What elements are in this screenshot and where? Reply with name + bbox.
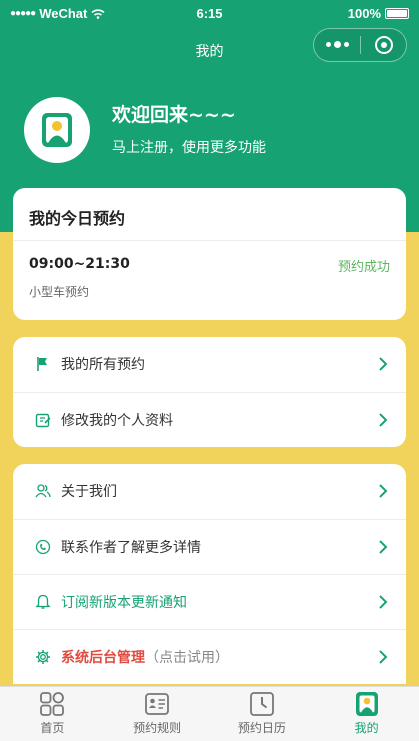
bottom-tab-bar: 首页 预约规则 预约日历 我的 (0, 686, 419, 741)
tab-label: 我的 (354, 721, 379, 735)
navigation-bar: 我的 (0, 28, 419, 72)
chevron-right-icon (379, 595, 388, 609)
tab-label: 预约日历 (237, 721, 286, 735)
gear-icon (36, 650, 50, 664)
grid-icon (40, 692, 65, 716)
profile-icon (42, 113, 72, 147)
menu-item-label: 联系作者了解更多详情 (61, 540, 201, 556)
menu-item-subscribe-updates[interactable]: 订阅新版本更新通知 (13, 574, 406, 629)
more-options-icon[interactable] (314, 41, 360, 48)
chevron-right-icon (379, 650, 388, 664)
menu-item-all-appointments[interactable]: 我的所有预约 (13, 337, 406, 392)
avatar[interactable] (24, 97, 90, 163)
welcome-title: 欢迎回来~~~ (112, 104, 236, 126)
chevron-right-icon (379, 357, 388, 371)
tab-calendar[interactable]: 预约日历 (210, 687, 315, 741)
menu-group-2: 关于我们 联系作者了解更多详情 订阅新版本更新通知 系统后台管理（点击试用） (13, 464, 406, 684)
register-prompt[interactable]: 马上注册，使用更多功能 (112, 137, 266, 157)
miniprogram-capsule (313, 28, 407, 62)
trial-hint: （点击试用） (145, 650, 229, 666)
menu-item-admin-backend[interactable]: 系统后台管理（点击试用） (13, 629, 406, 684)
menu-item-about-us[interactable]: 关于我们 (13, 464, 406, 519)
chevron-right-icon (379, 540, 388, 554)
tab-mine[interactable]: 我的 (314, 687, 419, 741)
menu-item-contact-author[interactable]: 联系作者了解更多详情 (13, 519, 406, 574)
menu-item-label: 修改我的个人资料 (61, 413, 173, 429)
battery-icon (385, 8, 409, 19)
users-icon (35, 484, 51, 498)
rules-icon (145, 693, 170, 715)
chevron-right-icon (379, 413, 388, 427)
menu-item-label: 订阅新版本更新通知 (61, 595, 187, 611)
clock-icon (249, 692, 274, 716)
appointment-time: 09:00~21:30 (29, 256, 130, 272)
bell-icon (35, 594, 51, 609)
menu-item-label: 关于我们 (61, 484, 117, 500)
card-title: 我的今日预约 (29, 209, 126, 228)
menu-item-edit-profile[interactable]: 修改我的个人资料 (13, 392, 406, 447)
menu-item-label: 系统后台管理 (61, 650, 145, 666)
edit-icon (35, 413, 51, 428)
today-appointment-card: 我的今日预约 09:00~21:30 预约成功 小型车预约 (13, 188, 406, 320)
appointment-type: 小型车预约 (29, 285, 90, 299)
flag-icon (37, 357, 47, 371)
close-miniprogram-icon[interactable] (361, 36, 406, 54)
menu-item-label: 我的所有预约 (61, 357, 145, 373)
appointment-status: 预约成功 (337, 260, 390, 275)
chevron-right-icon (379, 484, 388, 498)
tab-rules[interactable]: 预约规则 (105, 687, 210, 741)
battery-percent: 100% (347, 6, 381, 21)
menu-group-1: 我的所有预约 修改我的个人资料 (13, 337, 406, 447)
tab-label: 首页 (40, 721, 65, 735)
tab-label: 预约规则 (133, 721, 182, 735)
status-bar: ●●●●● WeChat 6:15 100% (0, 0, 419, 28)
tab-home[interactable]: 首页 (0, 687, 105, 741)
contact-icon (35, 539, 51, 555)
profile-icon (355, 692, 378, 716)
